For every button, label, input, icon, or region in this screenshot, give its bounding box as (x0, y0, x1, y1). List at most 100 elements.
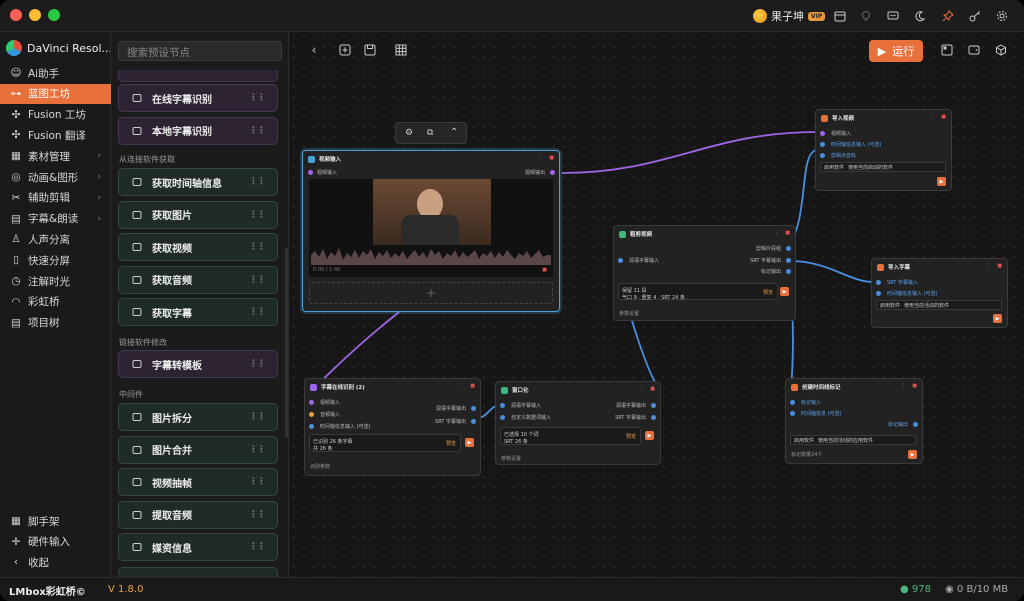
more-icon[interactable]: ⋮ (774, 230, 779, 236)
port-in[interactable] (500, 403, 505, 408)
sidebar-item[interactable]: ▦ 素材管理 › (0, 146, 111, 166)
delete-icon[interactable]: ■ (542, 267, 547, 273)
delete-icon[interactable]: ■ (470, 383, 475, 389)
settings-link[interactable]: 识别参数 (310, 463, 330, 470)
gear-icon[interactable] (994, 8, 1010, 24)
sidebar-item[interactable]: ◷ 注解时光 (0, 271, 111, 291)
sidebar-item[interactable]: ♙ 人声分离 (0, 229, 111, 249)
port-in[interactable] (790, 400, 795, 405)
sidebar-item[interactable]: ⊶ 蓝图工坊 (0, 83, 111, 104)
port-out[interactable] (786, 258, 791, 263)
drag-handle-icon[interactable]: ⋮⋮ (249, 177, 266, 187)
more-icon[interactable]: ⋮ (901, 383, 906, 389)
pin-icon[interactable] (940, 8, 956, 24)
port-out[interactable] (471, 419, 476, 424)
port-in[interactable] (309, 412, 314, 417)
drag-handle-icon[interactable]: ⋮⋮ (249, 477, 266, 487)
lightbulb-icon[interactable] (858, 8, 874, 24)
node-timeline-marker[interactable]: 创建时间线标记 ⋮ ■ 标记输入 时间轴信息 (可选) 标记输出 启用软件 使用当前… (785, 378, 923, 464)
drag-handle-icon[interactable]: ⋮⋮ (249, 210, 266, 220)
port-in[interactable] (500, 415, 505, 420)
close-window-button[interactable] (10, 9, 22, 21)
calendar-icon[interactable] (832, 8, 848, 24)
library-node-item[interactable]: 提取音频 ⋮⋮ (118, 500, 278, 529)
port-in[interactable] (820, 142, 825, 147)
sidebar-bottom-item[interactable]: ‹ 收起 (0, 552, 111, 572)
more-icon[interactable]: ⋮ (538, 155, 543, 161)
port-in[interactable] (876, 280, 881, 285)
port-out[interactable] (651, 403, 656, 408)
port-in[interactable] (618, 258, 623, 263)
video-preview[interactable]: 0:00 / 1:40 ■ (309, 179, 553, 277)
sidebar-item[interactable]: ◠ 彩虹桥 (0, 292, 111, 312)
port-in[interactable] (876, 291, 881, 296)
port-in[interactable] (820, 153, 825, 158)
settings-link[interactable]: 参数设置 (501, 455, 521, 462)
more-icon[interactable]: ⋮ (930, 114, 935, 120)
delete-icon[interactable]: ■ (941, 114, 946, 120)
library-node-item[interactable]: 获取时间轴信息 ⋮⋮ (118, 168, 278, 196)
library-node-item[interactable]: 获取字幕 ⋮⋮ (118, 298, 278, 326)
drag-handle-icon[interactable]: ⋮⋮ (249, 275, 266, 285)
port-in[interactable] (309, 424, 314, 429)
delete-icon[interactable]: ■ (549, 155, 554, 161)
library-node-item[interactable]: 获取图片 ⋮⋮ (118, 200, 278, 229)
sidebar-item[interactable]: ◎ 动画&图形 › (0, 167, 111, 187)
key-icon[interactable] (967, 8, 983, 24)
maximize-window-button[interactable] (48, 9, 60, 21)
node-import-subtitle[interactable]: 导入字幕 ⋮ ■ SRT 字幕输入 时间轴信息输入 (可选) 启用软件 使用当前活动… (871, 258, 1008, 328)
blueprint-canvas[interactable]: ‹ ▶ 运行 ⚙ ⧉ ⌃ 视频输入 ⋮ ■ 视频输入 视频输出 0:00 / 1:4… (289, 32, 1024, 577)
run-node-button[interactable]: ▶ (908, 450, 917, 459)
drag-handle-icon[interactable]: ⋮⋮ (249, 445, 266, 455)
drag-handle-icon[interactable]: ⋮⋮ (249, 412, 266, 422)
minimize-window-button[interactable] (29, 9, 41, 21)
search-input[interactable]: 搜索预设节点 (118, 41, 282, 61)
drag-handle-icon[interactable]: ⋮⋮ (249, 542, 266, 552)
app-select[interactable]: 启用软件 使用当前启动的软件 (820, 162, 946, 172)
delete-icon[interactable]: ■ (912, 383, 917, 389)
delete-icon[interactable]: ■ (785, 230, 790, 236)
preview-link[interactable]: 预览 (626, 433, 636, 440)
sidebar-item[interactable]: ▤ 字幕&朗读 › (0, 209, 111, 229)
node-import-video[interactable]: 导入视频 ⋮ ■ 视频输入 时间轴信息输入 (可选) 剪辑点音轨 启用软件 使用当前… (815, 109, 952, 191)
sidebar-item[interactable]: ✣ Fusion 翻译 (0, 125, 111, 145)
app-select[interactable]: 启用软件 使用当前活动的应用软件 (790, 435, 916, 445)
port-in[interactable] (790, 411, 795, 416)
node-online-asr[interactable]: 字幕在线识别 (2) ⋮ ■ 视频输入 音频输入 时间轴信息输入 (可选) 润语字… (304, 378, 481, 476)
run-node-button[interactable]: ▶ (780, 287, 789, 296)
library-node-item[interactable]: 媒资信息 ⋮⋮ (118, 533, 278, 561)
more-icon[interactable]: ⋮ (639, 386, 644, 392)
drag-handle-icon[interactable]: ⋮⋮ (249, 307, 266, 317)
app-select[interactable]: 启用软件 使用当前活动的软件 (876, 300, 1002, 310)
delete-icon[interactable]: ■ (997, 263, 1002, 269)
node-window[interactable]: 窗口化 ⋮ ■ 润语字幕输入 自定义数据词输入 润语字幕输出 SRT 字幕输出 已… (495, 381, 661, 465)
library-node-item[interactable]: 视频抽帧 ⋮⋮ (118, 468, 278, 496)
port-out[interactable] (786, 269, 791, 274)
port-out[interactable] (913, 422, 918, 427)
collapse-icon[interactable]: ⌃ (450, 127, 458, 138)
library-node-item[interactable] (118, 70, 278, 82)
port-out[interactable] (471, 406, 476, 411)
add-slot-icon[interactable]: + (309, 282, 553, 304)
library-node-item[interactable]: 图片合并 ⋮⋮ (118, 435, 278, 464)
port-in[interactable] (308, 170, 313, 175)
library-node-item[interactable]: 图片拆分 ⋮⋮ (118, 403, 278, 431)
drag-handle-icon[interactable]: ⋮⋮ (249, 242, 266, 252)
drag-handle-icon[interactable]: ⋮⋮ (249, 93, 266, 103)
library-node-item[interactable]: 获取音频 ⋮⋮ (118, 265, 278, 294)
moon-icon[interactable] (912, 8, 928, 24)
sidebar-item[interactable]: ☺ Ai助手 (0, 63, 111, 83)
library-scrollbar[interactable] (285, 248, 288, 438)
copy-icon[interactable]: ⧉ (427, 128, 433, 138)
library-node-item[interactable]: 本地字幕识别 ⋮⋮ (118, 116, 278, 145)
port-out[interactable] (550, 170, 555, 175)
library-node-item[interactable]: 在线字幕识别 ⋮⋮ (118, 84, 278, 112)
sidebar-item[interactable]: ✣ Fusion 工坊 (0, 105, 111, 125)
run-node-button[interactable]: ▶ (465, 438, 474, 447)
user-menu[interactable]: 果子坤 VIP (753, 8, 826, 24)
port-out[interactable] (786, 246, 791, 251)
drag-handle-icon[interactable]: ⋮⋮ (249, 359, 266, 369)
settings-link[interactable]: 参数设置 (619, 310, 639, 317)
port-out[interactable] (651, 415, 656, 420)
library-node-item[interactable]: 获取视频 ⋮⋮ (118, 233, 278, 261)
